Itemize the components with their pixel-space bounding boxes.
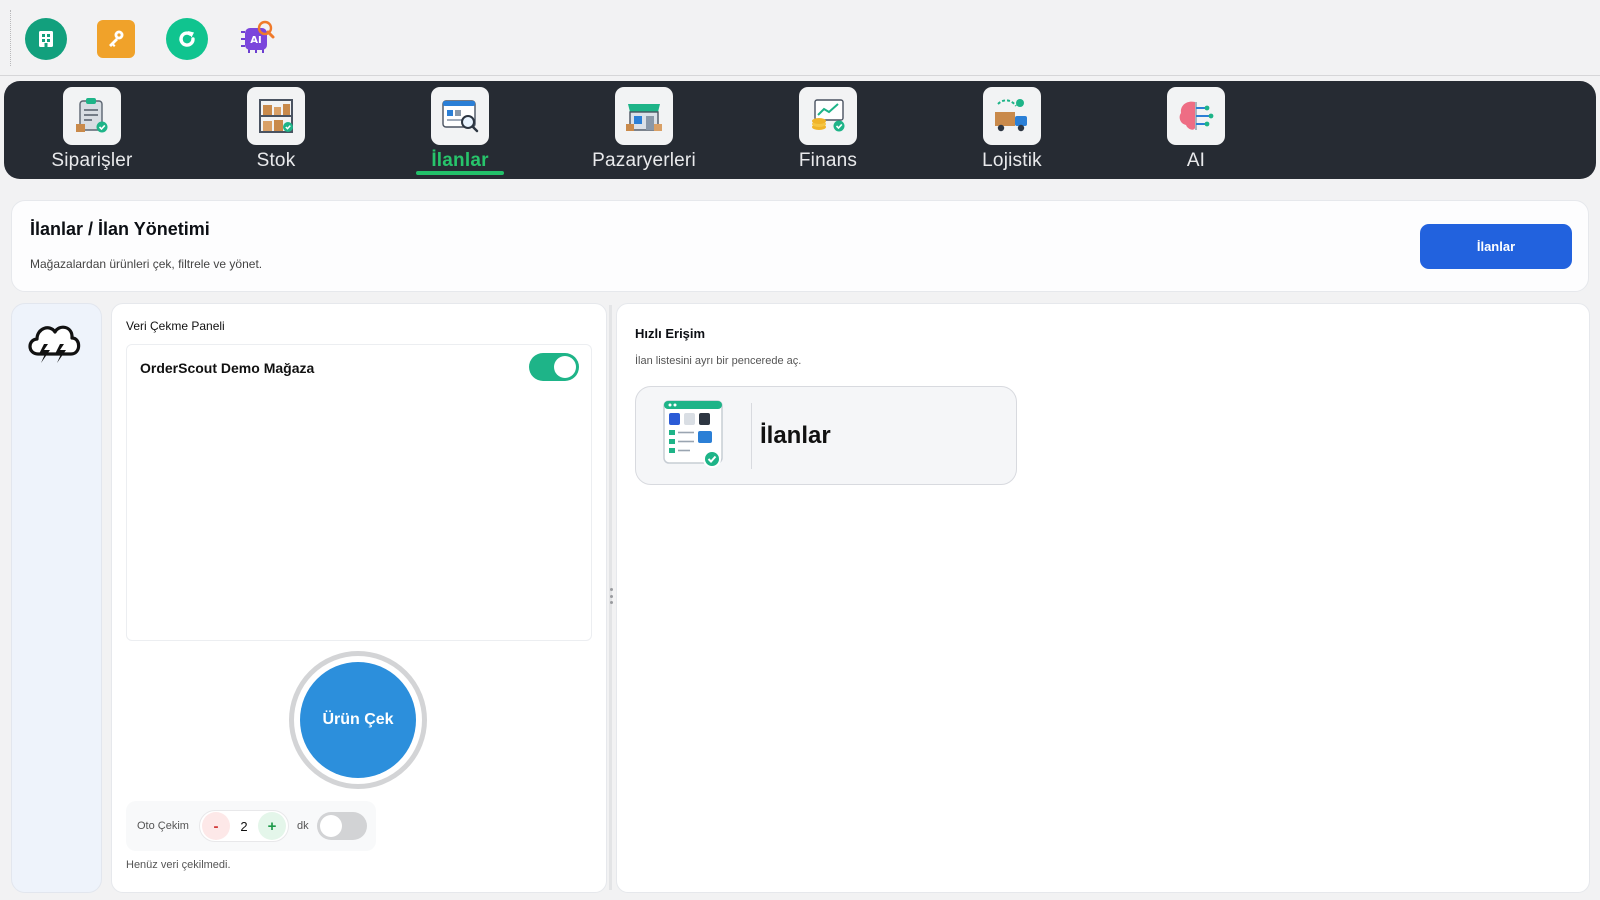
nav-label: İlanlar (431, 150, 489, 171)
stock-shelves-icon (247, 87, 305, 145)
auto-pull-controls: Oto Çekim - 2 + dk (126, 801, 376, 851)
nav-item-orders[interactable]: Siparişler (32, 87, 152, 177)
building-icon[interactable] (25, 18, 67, 60)
store-name: OrderScout Demo Mağaza (140, 360, 315, 376)
finance-coins-icon (799, 87, 857, 145)
listings-search-icon (431, 87, 489, 145)
nav-label: Lojistik (982, 150, 1042, 171)
store-toggle[interactable] (529, 353, 579, 381)
pull-products-label: Ürün Çek (300, 662, 416, 778)
main-nav: Siparişler Stok İlanlar Pazaryerleri Fin… (4, 81, 1596, 179)
nav-item-ai[interactable]: AI (1136, 87, 1256, 177)
left-sidebar (11, 303, 102, 893)
top-toolbar: AI (0, 0, 1600, 76)
nav-item-marketplaces[interactable]: Pazaryerleri (584, 87, 704, 177)
nav-item-logistics[interactable]: Lojistik (952, 87, 1072, 177)
pull-status-text: Henüz veri çekilmedi. (126, 859, 231, 871)
page-header: İlanlar / İlan Yönetimi Mağazalardan ürü… (11, 200, 1589, 292)
logistics-truck-icon (983, 87, 1041, 145)
svg-text:AI: AI (250, 35, 261, 46)
nav-item-listings[interactable]: İlanlar (400, 87, 520, 177)
toolbar-separator (10, 10, 11, 66)
open-listings-card[interactable]: İlanlar (635, 386, 1017, 485)
quick-access-title: Hızlı Erişim (635, 326, 706, 341)
refresh-icon[interactable] (166, 18, 208, 60)
nav-item-finance[interactable]: Finans (768, 87, 888, 177)
interval-value[interactable]: 2 (230, 819, 258, 834)
key-icon[interactable] (97, 20, 135, 58)
nav-item-stock[interactable]: Stok (216, 87, 336, 177)
quick-access-panel: Hızlı Erişim İlan listesini ayrı bir pen… (616, 303, 1590, 893)
orders-clipboard-icon (63, 87, 121, 145)
drag-handle-icon[interactable] (609, 588, 613, 604)
card-divider (751, 403, 752, 469)
pull-products-button[interactable]: Ürün Çek (289, 651, 427, 789)
page-title: İlanlar / İlan Yönetimi (30, 219, 210, 239)
interval-unit: dk (296, 820, 309, 832)
nav-label: Siparişler (51, 150, 133, 171)
quick-card-label: İlanlar (760, 422, 831, 449)
nav-label: Pazaryerleri (592, 150, 696, 171)
nav-label: AI (1186, 150, 1206, 171)
nav-label: Stok (256, 150, 296, 171)
data-pull-panel: Veri Çekme Paneli OrderScout Demo Mağaza… (111, 303, 607, 893)
cloud-lightning-icon[interactable] (24, 314, 84, 368)
auto-pull-toggle[interactable] (316, 812, 367, 840)
marketplace-store-icon (615, 87, 673, 145)
quick-access-subtitle: İlan listesini ayrı bir pencerede aç. (635, 355, 802, 367)
ai-brain-icon (1167, 87, 1225, 145)
ai-chip-icon[interactable]: AI (235, 18, 277, 60)
increment-button[interactable]: + (257, 812, 286, 840)
listings-window-icon (660, 397, 730, 471)
decrement-button[interactable]: - (201, 812, 230, 840)
store-list: OrderScout Demo Mağaza (126, 344, 592, 641)
page-subtitle: Mağazalardan ürünleri çek, filtrele ve y… (30, 257, 263, 271)
listings-button[interactable]: İlanlar (1420, 224, 1572, 269)
active-tab-indicator (416, 171, 504, 175)
nav-label: Finans (798, 150, 858, 171)
panel-title: Veri Çekme Paneli (126, 319, 225, 333)
auto-pull-label: Oto Çekim (137, 820, 189, 832)
interval-stepper: - 2 + (198, 810, 289, 842)
